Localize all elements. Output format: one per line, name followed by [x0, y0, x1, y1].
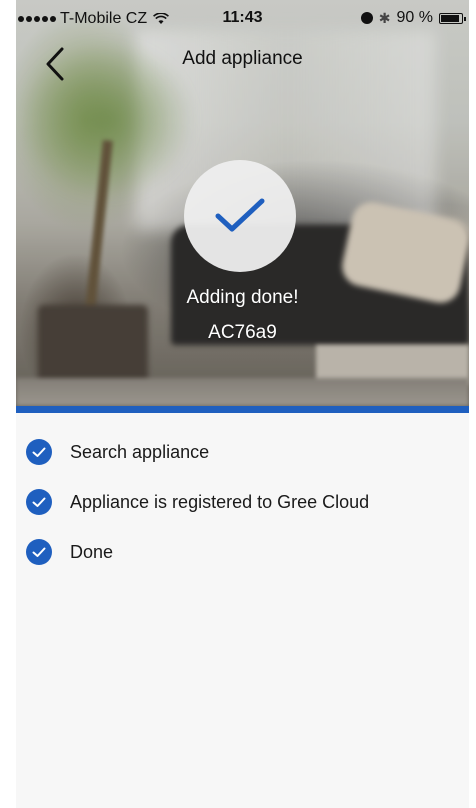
step-label: Done: [70, 541, 114, 562]
success-badge: [184, 160, 296, 272]
step-label: Search appliance: [70, 441, 210, 462]
step-registered: Appliance is registered to Gree Cloud: [26, 487, 369, 517]
status-bar: T-Mobile CZ 11:43 ✱ 90 %: [16, 0, 469, 36]
bluetooth-icon: ✱: [378, 9, 391, 26]
step-check-icon: [26, 439, 52, 465]
result-message: Adding done!: [186, 287, 299, 308]
step-check-icon: [26, 539, 52, 565]
step-done: Done: [26, 537, 113, 567]
checkmark-icon: [215, 198, 265, 232]
battery-icon: [439, 12, 466, 24]
step-label: Appliance is registered to Gree Cloud: [70, 491, 370, 512]
status-right: ✱ 90 %: [360, 9, 466, 27]
step-search-appliance: Search appliance: [26, 437, 209, 467]
device-id: AC76a9: [208, 322, 277, 343]
phone-screen: T-Mobile CZ 11:43 ✱ 90 % Add appliance A…: [16, 0, 469, 808]
step-check-icon: [26, 489, 52, 515]
battery-label: 90 %: [396, 9, 433, 26]
page-title: Add appliance: [182, 48, 303, 69]
progress-divider: [16, 406, 469, 413]
alarm-icon: [360, 12, 373, 24]
